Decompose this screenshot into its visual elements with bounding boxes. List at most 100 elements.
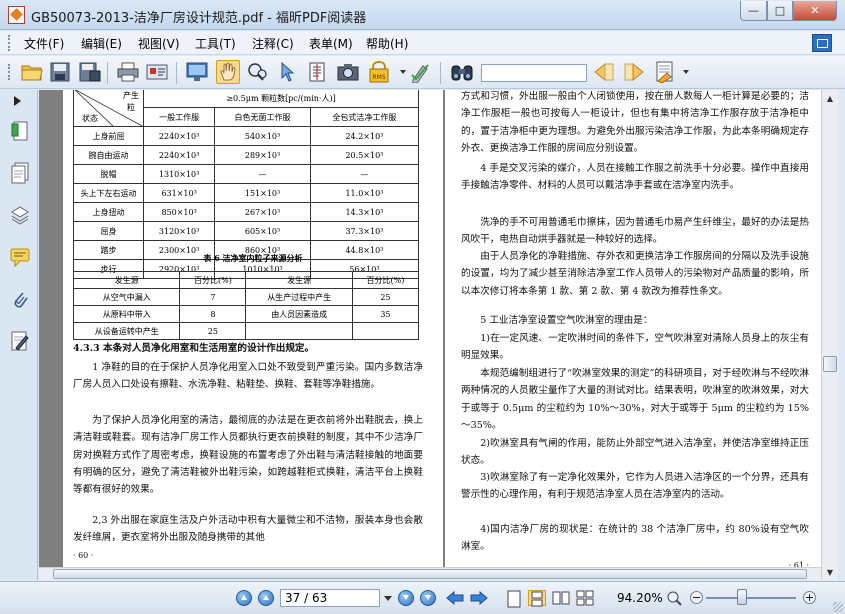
table-cell: 从设备运转中产生 <box>72 322 181 340</box>
table-cell: 289×10³ <box>214 145 311 165</box>
table-col-header: 发生源 <box>245 271 353 289</box>
save-icon[interactable] <box>48 60 72 84</box>
horizontal-scrollbar[interactable] <box>39 567 821 580</box>
sign-icon[interactable] <box>409 60 433 84</box>
highlight-icon[interactable] <box>653 60 677 84</box>
continuous-facing-icon[interactable] <box>576 590 594 606</box>
first-page-icon[interactable] <box>236 590 252 606</box>
table-corner-cell: 产生 粒 状态 <box>73 90 144 127</box>
close-button[interactable]: ✕ <box>793 1 837 21</box>
page-number-input[interactable]: 37 / 63 <box>280 589 380 607</box>
zoom-slider-thumb[interactable] <box>737 589 747 605</box>
section-heading: 4.3.3 本条对人员净化用室和生活用室的设计作出规定。 <box>73 343 315 354</box>
table-cell: 14.3×10³ <box>309 202 420 222</box>
rms-dropdown-icon[interactable] <box>400 70 406 74</box>
table-cell: 8 <box>179 305 247 323</box>
maximize-button[interactable]: □ <box>767 1 793 21</box>
back-arrow-icon[interactable] <box>446 590 464 606</box>
bookmarks-icon[interactable] <box>10 120 30 142</box>
menu-file[interactable]: 文件(F) <box>24 35 64 52</box>
toolbar-separator <box>440 62 441 84</box>
open-folder-icon[interactable] <box>20 60 44 84</box>
search-input[interactable] <box>481 64 587 82</box>
table-cell: 267×10³ <box>214 202 311 222</box>
zoom-dropdown-icon[interactable] <box>666 590 684 606</box>
highlight-dropdown-icon[interactable] <box>683 70 689 74</box>
zoom-in-icon[interactable]: + <box>803 591 816 604</box>
expand-arrow-icon[interactable] <box>14 96 21 106</box>
table-cell: 头上下左右运动 <box>73 183 144 203</box>
toolbar-separator <box>107 62 108 84</box>
select-cursor-icon[interactable] <box>276 60 300 84</box>
table-cell: 25 <box>351 288 420 306</box>
table-row: 从设备运转中产生 25 <box>72 322 420 340</box>
pages-icon[interactable] <box>10 162 30 184</box>
table-cell: 37.3×10³ <box>309 221 420 241</box>
resize-grip-icon[interactable] <box>833 602 843 612</box>
body-paragraph: 本规范编制组进行了“吹淋室效果的测定”的科研项目，对于经吹淋与不经吹淋两种情况的… <box>461 368 809 431</box>
document-view[interactable]: 产生 粒 状态 ≥0.5μm 颗粒数[pc/(min·人)] 一般工作服 白色无… <box>39 90 821 580</box>
menu-view[interactable]: 视图(V) <box>138 35 180 52</box>
table-col-header: 百分比(%) <box>179 271 247 289</box>
text-select-icon[interactable] <box>305 60 329 84</box>
minimize-button[interactable]: — <box>740 1 767 21</box>
save-as-icon[interactable] <box>78 60 102 84</box>
menu-comment[interactable]: 注释(C) <box>252 35 294 52</box>
table-cell: 2240×10³ <box>142 145 216 165</box>
zoom-out-icon[interactable]: − <box>690 591 703 604</box>
prev-page-icon[interactable] <box>258 590 274 606</box>
menu-help[interactable]: 帮助(H) <box>366 35 408 52</box>
status-bar: 37 / 63 94.20% − + <box>0 581 845 614</box>
table-col-header: 百分比(%) <box>351 271 420 289</box>
menu-tools[interactable]: 工具(T) <box>195 35 236 52</box>
table-cell: 605×10³ <box>214 221 311 241</box>
facing-page-icon[interactable] <box>552 590 570 606</box>
snapshot-icon[interactable] <box>336 60 360 84</box>
vertical-scrollbar[interactable]: ▲ ▼ <box>821 90 838 580</box>
table-cell: 脱帽 <box>73 164 144 184</box>
next-find-icon[interactable] <box>622 60 646 84</box>
last-page-icon[interactable] <box>420 590 436 606</box>
zoom-tool-icon[interactable] <box>246 60 270 84</box>
toolbar-separator <box>176 62 177 84</box>
vertical-scroll-thumb[interactable] <box>823 356 837 372</box>
comments-icon[interactable] <box>10 246 30 268</box>
layers-icon[interactable] <box>10 204 30 226</box>
fullscreen-toggle-icon[interactable] <box>812 34 832 52</box>
hand-tool-icon[interactable] <box>216 60 240 84</box>
page-number: · 60 · <box>73 551 94 560</box>
menu-form[interactable]: 表单(M) <box>309 35 353 52</box>
print-icon[interactable] <box>116 60 140 84</box>
table-row: 屈身 3120×10³ 605×10³ 37.3×10³ <box>73 221 420 241</box>
binoculars-icon[interactable] <box>450 60 474 84</box>
foxit-app-icon <box>8 6 25 24</box>
forward-arrow-icon[interactable] <box>470 590 488 606</box>
next-page-icon[interactable] <box>398 590 414 606</box>
prev-find-icon[interactable] <box>592 60 616 84</box>
zoom-slider-track[interactable] <box>706 597 796 599</box>
horizontal-scroll-thumb[interactable] <box>53 569 807 579</box>
page-dropdown-icon[interactable] <box>384 596 392 601</box>
rms-label: RMS <box>372 74 385 81</box>
table-cell: 上身前屈 <box>73 126 144 146</box>
body-paragraph: 由于人员净化的净鞋措施、存外衣和更换洁净工作服房间的分隔以及洗手设施的设置，均为… <box>461 251 809 297</box>
body-paragraph: 2,3 外出服在家庭生活及户外活动中积有大量微尘和不洁物，服装本身也会散发纤维屑… <box>73 515 423 544</box>
scan-icon[interactable] <box>145 60 169 84</box>
attachments-icon[interactable] <box>10 288 30 310</box>
scroll-down-icon[interactable]: ▼ <box>822 564 838 580</box>
title-bar: GB50073-2013-洁净厂房设计规范.pdf - 福昕PDF阅读器 — □… <box>0 0 845 30</box>
table-row: 腕自由运动 2240×10³ 289×10³ 20.5×10³ <box>73 145 420 165</box>
monitor-icon[interactable] <box>185 60 209 84</box>
scroll-up-icon[interactable]: ▲ <box>822 90 838 106</box>
table-cell <box>351 322 420 340</box>
menu-edit[interactable]: 编辑(E) <box>81 35 122 52</box>
table-cell: 25 <box>179 322 247 340</box>
table-cell: 1310×10³ <box>142 164 216 184</box>
continuous-page-icon[interactable] <box>528 590 546 607</box>
toolbar: RMS <box>0 56 845 89</box>
menu-grip-icon <box>8 35 11 51</box>
signature-icon[interactable] <box>10 330 30 352</box>
table-cell: 从空气中漏入 <box>72 288 181 306</box>
rms-icon[interactable]: RMS <box>367 60 391 84</box>
single-page-icon[interactable] <box>506 590 524 608</box>
